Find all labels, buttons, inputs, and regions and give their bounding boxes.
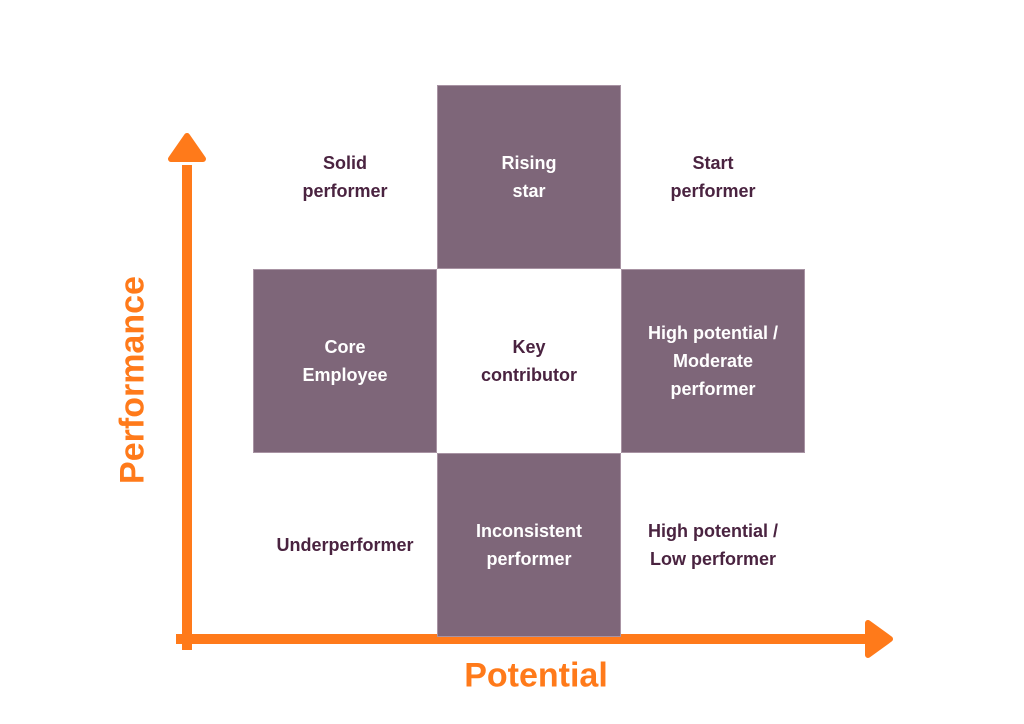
cell-label: High potential / Low performer [648, 521, 778, 569]
cell-label: Start performer [670, 153, 756, 201]
cell-label: Underperformer [276, 535, 414, 555]
x-axis-label: Potential [464, 656, 608, 695]
y-axis-arrow-icon [168, 133, 206, 162]
cell-label: Key contributor [481, 337, 577, 385]
cell-high-potential-low-performer: High potential / Low performer [621, 453, 805, 637]
cell-label: Rising star [501, 153, 557, 201]
cell-label: Inconsistent performer [475, 521, 582, 569]
cell-core-employee: Core Employee [253, 269, 437, 453]
y-axis-label: Performance [113, 276, 152, 484]
nine-box-grid: Solid performer Rising star Start perfor… [253, 85, 806, 637]
cell-label: Core Employee [302, 337, 388, 385]
cell-key-contributor: Key contributor [437, 269, 621, 453]
cell-underperformer: Underperformer [253, 453, 437, 637]
cell-high-potential-moderate-performer: High potential / Moderate performer [621, 269, 805, 453]
x-axis-arrow-icon [865, 620, 893, 658]
cell-label: High potential / Moderate performer [648, 323, 778, 399]
cell-solid-performer: Solid performer [253, 85, 437, 269]
cell-label: Solid performer [302, 153, 388, 201]
cell-rising-star: Rising star [437, 85, 621, 269]
cell-inconsistent-performer: Inconsistent performer [437, 453, 621, 637]
cell-start-performer: Start performer [621, 85, 805, 269]
